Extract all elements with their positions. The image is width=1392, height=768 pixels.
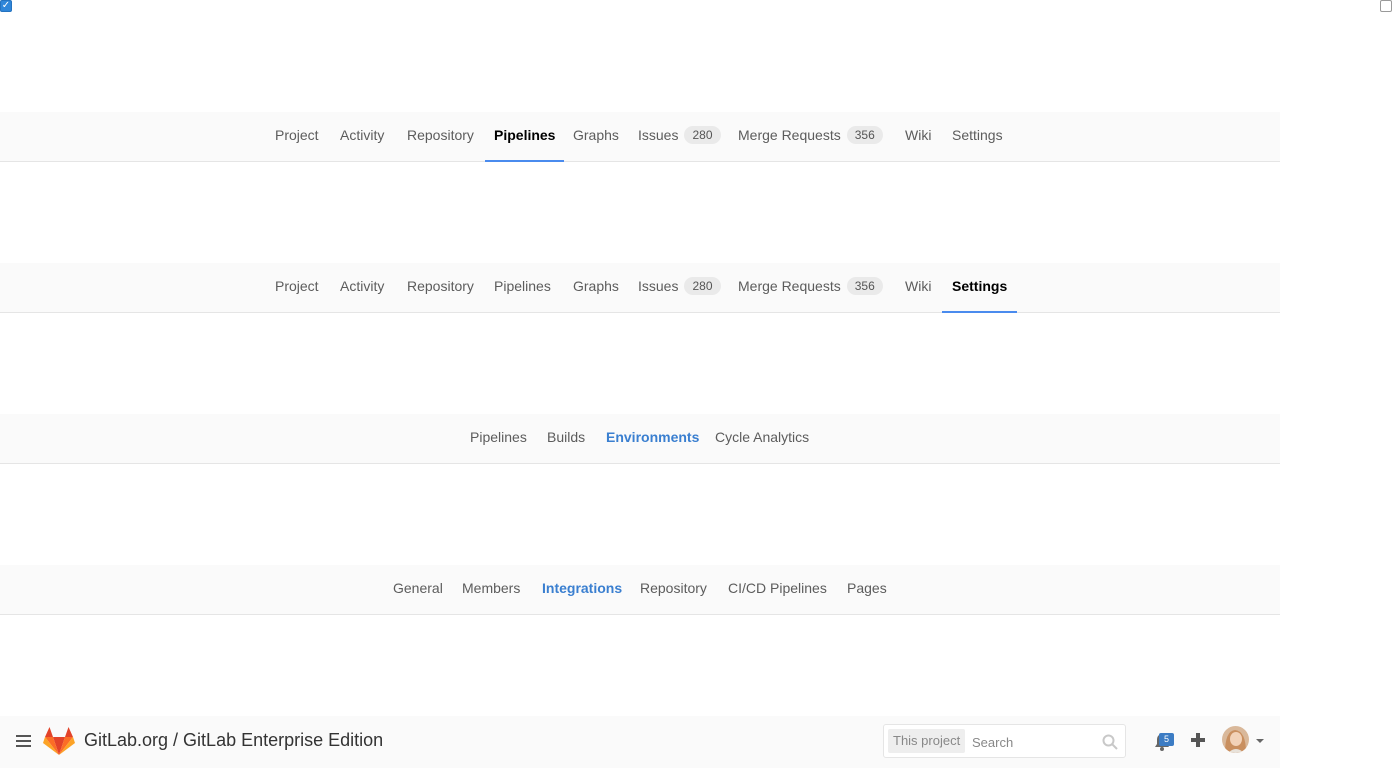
search-scope-chip[interactable]: This project [888, 729, 966, 753]
tab-graphs[interactable]: Graphs [573, 263, 619, 313]
subtab-pipelines[interactable]: Pipelines [470, 414, 527, 464]
project-nav-settings-active: Project Activity Repository Pipelines Gr… [0, 263, 1280, 313]
merge-requests-count-badge: 356 [846, 277, 883, 295]
subtab-pages[interactable]: Pages [847, 565, 887, 615]
search-icon[interactable] [1102, 734, 1118, 750]
tab-activity[interactable]: Activity [340, 263, 384, 313]
settings-subnav: General Members Integrations Repository … [0, 565, 1280, 615]
search-box: This project [883, 724, 1126, 758]
top-left-checkbox[interactable]: ✓ [0, 0, 12, 12]
search-input[interactable] [970, 730, 1094, 754]
tab-issues[interactable]: Issues 280 [638, 112, 721, 162]
project-nav-pipelines-active: Project Activity Repository Pipelines Gr… [0, 112, 1280, 162]
tab-merge-requests[interactable]: Merge Requests 356 [738, 263, 883, 313]
hamburger-menu-icon[interactable] [16, 735, 31, 748]
subtab-members[interactable]: Members [462, 565, 520, 615]
pipelines-subnav: Pipelines Builds Environments Cycle Anal… [0, 414, 1280, 464]
subtab-builds[interactable]: Builds [547, 414, 585, 464]
tab-repository[interactable]: Repository [407, 263, 474, 313]
plus-icon[interactable] [1190, 732, 1206, 748]
user-avatar[interactable] [1222, 726, 1249, 753]
merge-requests-count-badge: 356 [846, 126, 883, 144]
tab-settings[interactable]: Settings [942, 263, 1018, 313]
subtab-environments[interactable]: Environments [606, 414, 699, 464]
tab-project[interactable]: Project [275, 263, 319, 313]
page-title[interactable]: GitLab.org / GitLab Enterprise Edition [84, 730, 383, 751]
subtab-general[interactable]: General [393, 565, 443, 615]
tab-settings[interactable]: Settings [952, 112, 1003, 162]
tab-repository[interactable]: Repository [407, 112, 474, 162]
tab-merge-requests[interactable]: Merge Requests 356 [738, 112, 883, 162]
subtab-ci-cd-pipelines[interactable]: CI/CD Pipelines [728, 565, 827, 615]
top-header: GitLab.org / GitLab Enterprise Edition T… [0, 716, 1280, 768]
issues-count-badge: 280 [684, 126, 721, 144]
notification-count-badge: 5 [1159, 733, 1174, 746]
tab-project[interactable]: Project [275, 112, 319, 162]
top-right-checkbox[interactable] [1380, 0, 1392, 12]
tab-graphs[interactable]: Graphs [573, 112, 619, 162]
subtab-integrations[interactable]: Integrations [542, 565, 622, 615]
subtab-repository[interactable]: Repository [640, 565, 707, 615]
tab-pipelines[interactable]: Pipelines [494, 263, 551, 313]
subtab-cycle-analytics[interactable]: Cycle Analytics [715, 414, 809, 464]
tab-pipelines[interactable]: Pipelines [485, 112, 565, 162]
tab-issues[interactable]: Issues 280 [638, 263, 721, 313]
tab-wiki[interactable]: Wiki [905, 263, 931, 313]
tab-activity[interactable]: Activity [340, 112, 384, 162]
issues-count-badge: 280 [684, 277, 721, 295]
gitlab-logo-icon[interactable] [43, 726, 75, 756]
tab-wiki[interactable]: Wiki [905, 112, 931, 162]
chevron-down-icon[interactable] [1256, 739, 1264, 743]
